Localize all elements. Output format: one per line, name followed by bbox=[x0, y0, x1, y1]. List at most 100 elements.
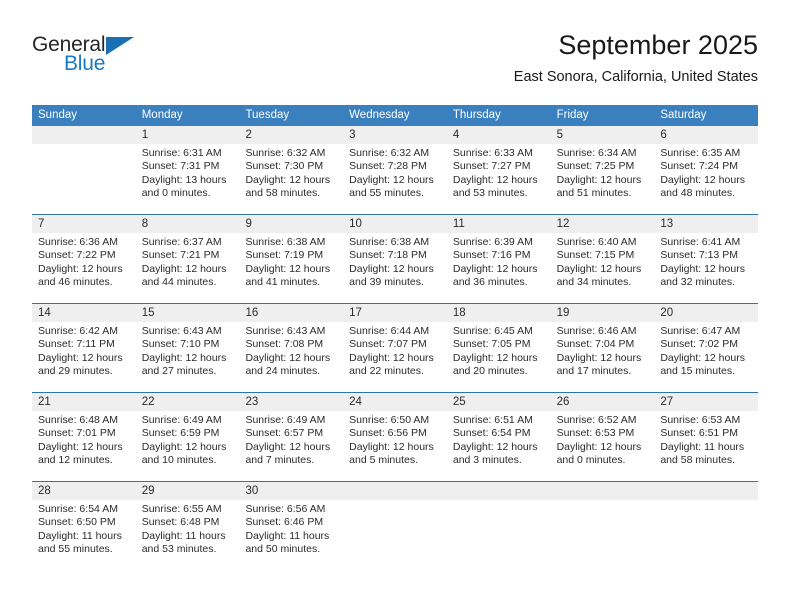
day-number[interactable]: 29 bbox=[136, 482, 240, 500]
day-number[interactable]: 24 bbox=[343, 393, 447, 411]
day-cell[interactable]: Sunrise: 6:56 AM Sunset: 6:46 PM Daylight:… bbox=[239, 500, 343, 572]
daylight-text: Daylight: 12 hours bbox=[349, 262, 434, 275]
day-number[interactable]: 9 bbox=[239, 215, 343, 233]
page-title: September 2025 bbox=[558, 30, 758, 60]
day-number[interactable]: 28 bbox=[32, 482, 136, 500]
day-cell[interactable]: Sunrise: 6:34 AM Sunset: 7:25 PM Daylight:… bbox=[551, 144, 655, 214]
day-cell[interactable]: Sunrise: 6:43 AM Sunset: 7:08 PM Daylight:… bbox=[239, 322, 343, 392]
day-number[interactable]: 8 bbox=[136, 215, 240, 233]
day-info-band: Sunrise: 6:31 AM Sunset: 7:31 PM Daylight:… bbox=[32, 144, 758, 214]
day-cell[interactable]: Sunrise: 6:32 AM Sunset: 7:28 PM Daylight:… bbox=[343, 144, 447, 214]
sunrise-text: Sunrise: 6:52 AM bbox=[556, 414, 637, 426]
weekday-header-friday: Friday bbox=[556, 109, 589, 121]
sunrise-text: Sunrise: 6:53 AM bbox=[660, 414, 741, 426]
day-cell[interactable]: Sunrise: 6:53 AM Sunset: 6:51 PM Daylight:… bbox=[654, 411, 758, 481]
day-cell[interactable]: Sunrise: 6:39 AM Sunset: 7:16 PM Daylight:… bbox=[447, 233, 551, 303]
daylight-text: Daylight: 12 hours bbox=[556, 173, 642, 186]
day-cell[interactable]: Sunrise: 6:54 AM Sunset: 6:50 PM Daylight:… bbox=[32, 500, 136, 572]
daylight-text: and 10 minutes. bbox=[141, 453, 217, 466]
day-number[interactable]: 17 bbox=[343, 304, 447, 322]
day-number[interactable]: 6 bbox=[654, 126, 758, 144]
daylight-text: Daylight: 12 hours bbox=[452, 262, 538, 275]
general-blue-logo[interactable]: General Blue bbox=[32, 33, 152, 79]
day-cell[interactable]: Sunrise: 6:35 AM Sunset: 7:24 PM Daylight:… bbox=[654, 144, 758, 214]
day-number[interactable]: 3 bbox=[343, 126, 447, 144]
day-number[interactable]: 18 bbox=[447, 304, 551, 322]
day-cell[interactable]: Sunrise: 6:40 AM Sunset: 7:15 PM Daylight:… bbox=[551, 233, 655, 303]
sunrise-text: Sunrise: 6:42 AM bbox=[38, 325, 118, 337]
sunrise-text: Sunrise: 6:46 AM bbox=[556, 325, 637, 337]
day-cell[interactable]: Sunrise: 6:55 AM Sunset: 6:48 PM Daylight:… bbox=[136, 500, 240, 572]
weekday-header-saturday: Saturday bbox=[660, 109, 707, 121]
sunset-text: Sunset: 6:48 PM bbox=[141, 516, 220, 529]
day-number[interactable]: 26 bbox=[551, 393, 655, 411]
calendar-weeks: 1 2 3 4 5 6 Sunrise: 6:31 AM Sunset: 7:31 PM Day… bbox=[32, 126, 758, 572]
day-cell[interactable]: Sunrise: 6:38 AM Sunset: 7:18 PM Daylight:… bbox=[343, 233, 447, 303]
day-number[interactable]: 2 bbox=[239, 126, 343, 144]
sunrise-text: Sunrise: 6:39 AM bbox=[452, 236, 533, 248]
day-number[interactable]: 21 bbox=[32, 393, 136, 411]
sunrise-text: Sunrise: 6:31 AM bbox=[141, 147, 222, 159]
daylight-text: and 12 minutes. bbox=[38, 453, 113, 466]
day-cell[interactable]: Sunrise: 6:47 AM Sunset: 7:02 PM Daylight:… bbox=[654, 322, 758, 392]
sunset-text: Sunset: 7:13 PM bbox=[660, 249, 738, 262]
day-number[interactable]: 22 bbox=[136, 393, 240, 411]
day-cell[interactable]: Sunrise: 6:46 AM Sunset: 7:04 PM Daylight:… bbox=[551, 322, 655, 392]
sunset-text: Sunset: 7:21 PM bbox=[141, 249, 220, 262]
daylight-text: and 50 minutes. bbox=[245, 542, 321, 555]
day-cell[interactable]: Sunrise: 6:38 AM Sunset: 7:19 PM Daylight:… bbox=[239, 233, 343, 303]
daylight-text: and 46 minutes. bbox=[38, 275, 113, 288]
day-cell[interactable]: Sunrise: 6:49 AM Sunset: 6:57 PM Daylight:… bbox=[239, 411, 343, 481]
day-number[interactable]: 12 bbox=[551, 215, 655, 233]
day-cell[interactable]: Sunrise: 6:37 AM Sunset: 7:21 PM Daylight:… bbox=[136, 233, 240, 303]
daylight-text: Daylight: 12 hours bbox=[245, 440, 331, 453]
day-number[interactable]: 30 bbox=[239, 482, 343, 500]
daylight-text: and 58 minutes. bbox=[245, 186, 321, 199]
day-number[interactable]: 16 bbox=[239, 304, 343, 322]
day-cell[interactable]: Sunrise: 6:50 AM Sunset: 6:56 PM Daylight:… bbox=[343, 411, 447, 481]
day-number[interactable]: 19 bbox=[551, 304, 655, 322]
day-cell[interactable]: Sunrise: 6:42 AM Sunset: 7:11 PM Daylight:… bbox=[32, 322, 136, 392]
daylight-text: Daylight: 12 hours bbox=[141, 351, 227, 364]
day-cell[interactable]: Sunrise: 6:51 AM Sunset: 6:54 PM Daylight:… bbox=[447, 411, 551, 481]
daylight-text: Daylight: 12 hours bbox=[245, 262, 331, 275]
day-cell[interactable]: Sunrise: 6:43 AM Sunset: 7:10 PM Daylight:… bbox=[136, 322, 240, 392]
day-cell[interactable]: Sunrise: 6:49 AM Sunset: 6:59 PM Daylight:… bbox=[136, 411, 240, 481]
day-cell[interactable]: Sunrise: 6:36 AM Sunset: 7:22 PM Daylight:… bbox=[32, 233, 136, 303]
day-number[interactable]: 14 bbox=[32, 304, 136, 322]
day-number[interactable]: 13 bbox=[654, 215, 758, 233]
daylight-text: and 58 minutes. bbox=[660, 453, 736, 466]
day-cell[interactable]: Sunrise: 6:45 AM Sunset: 7:05 PM Daylight:… bbox=[447, 322, 551, 392]
title-block: September 2025 East Sonora, California, … bbox=[514, 28, 758, 88]
day-cell[interactable]: Sunrise: 6:31 AM Sunset: 7:31 PM Daylight:… bbox=[136, 144, 240, 214]
day-cell[interactable]: Sunrise: 6:48 AM Sunset: 7:01 PM Daylight:… bbox=[32, 411, 136, 481]
logo-text-blue: Blue bbox=[64, 52, 106, 75]
day-number[interactable]: 27 bbox=[654, 393, 758, 411]
day-number[interactable]: 11 bbox=[447, 215, 551, 233]
day-number[interactable]: 10 bbox=[343, 215, 447, 233]
daylight-text: and 55 minutes. bbox=[38, 542, 113, 555]
daylight-text: and 41 minutes. bbox=[245, 275, 321, 288]
day-number[interactable]: 4 bbox=[447, 126, 551, 144]
day-number[interactable]: 15 bbox=[136, 304, 240, 322]
day-number[interactable]: 25 bbox=[447, 393, 551, 411]
sunset-text: Sunset: 7:18 PM bbox=[349, 249, 427, 262]
day-cell[interactable]: Sunrise: 6:32 AM Sunset: 7:30 PM Daylight:… bbox=[239, 144, 343, 214]
day-number[interactable]: 7 bbox=[32, 215, 136, 233]
daylight-text: Daylight: 11 hours bbox=[245, 529, 330, 542]
day-cell[interactable]: Sunrise: 6:44 AM Sunset: 7:07 PM Daylight:… bbox=[343, 322, 447, 392]
sunset-text: Sunset: 6:57 PM bbox=[245, 427, 324, 440]
calendar-week-row: 14 15 16 17 18 19 20 Sunrise: 6:42 AM Sunset: 7:… bbox=[32, 303, 758, 392]
day-number[interactable]: 20 bbox=[654, 304, 758, 322]
sunset-text: Sunset: 6:59 PM bbox=[141, 427, 220, 440]
day-number[interactable]: 1 bbox=[136, 126, 240, 144]
day-cell[interactable]: Sunrise: 6:41 AM Sunset: 7:13 PM Daylight:… bbox=[654, 233, 758, 303]
daylight-text: and 0 minutes. bbox=[141, 186, 211, 199]
daylight-text: and 5 minutes. bbox=[349, 453, 419, 466]
day-number[interactable]: 5 bbox=[551, 126, 655, 144]
sunrise-text: Sunrise: 6:38 AM bbox=[245, 236, 326, 248]
day-cell[interactable]: Sunrise: 6:33 AM Sunset: 7:27 PM Daylight:… bbox=[447, 144, 551, 214]
sunset-text: Sunset: 6:46 PM bbox=[245, 516, 324, 529]
day-cell[interactable]: Sunrise: 6:52 AM Sunset: 6:53 PM Daylight:… bbox=[551, 411, 655, 481]
day-number[interactable]: 23 bbox=[239, 393, 343, 411]
